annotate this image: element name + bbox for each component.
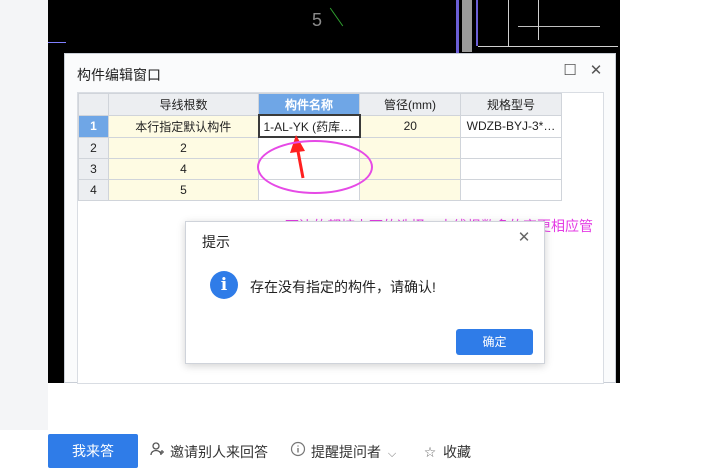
model-cell[interactable] (460, 136, 562, 159)
cad-line (518, 26, 600, 27)
column-header[interactable]: 管径(mm) (359, 93, 461, 116)
cad-line (478, 46, 618, 47)
cad-line (329, 7, 344, 27)
table-row[interactable]: 1 本行指定默认构件 1-AL-YK (药库… 20 WDZB-BYJ-3*… (78, 114, 562, 138)
editor-title: 构件编辑窗口 (77, 67, 161, 83)
page-right-margin (620, 0, 702, 430)
corner-cell[interactable] (78, 93, 109, 116)
column-header-selected[interactable]: 构件名称 (258, 93, 360, 116)
favorite-link[interactable]: ☆ 收藏 (421, 441, 471, 463)
component-name-cell[interactable]: 1-AL-YK (药库… (257, 114, 361, 138)
cad-line (476, 0, 478, 46)
cad-line (508, 0, 509, 46)
close-icon[interactable]: ✕ (516, 230, 532, 246)
info-icon: i (210, 271, 238, 299)
close-icon[interactable]: ✕ (587, 62, 605, 80)
wire-count-cell[interactable]: 5 (108, 179, 259, 201)
wire-count-cell[interactable]: 本行指定默认构件 (108, 114, 259, 138)
answer-button[interactable]: 我来答 (48, 434, 138, 468)
person-add-icon (148, 441, 166, 463)
column-header[interactable]: 导线根数 (108, 93, 259, 116)
prompt-dialog: 提示 ✕ i 存在没有指定的构件，请确认! 确定 (185, 221, 545, 364)
dialog-message: 存在没有指定的构件，请确认! (250, 279, 436, 295)
page-left-margin (0, 0, 48, 430)
row-number[interactable]: 2 (78, 136, 109, 159)
row-number[interactable]: 3 (78, 158, 109, 180)
star-icon: ☆ (423, 444, 437, 460)
row-number[interactable]: 4 (78, 179, 109, 201)
cad-line (538, 0, 539, 40)
ok-button[interactable]: 确定 (456, 329, 533, 355)
dialog-title: 提示 (202, 234, 230, 250)
wire-count-cell[interactable]: 4 (108, 158, 259, 180)
cad-label: 5 (312, 10, 323, 30)
invite-answer-link[interactable]: 邀请别人来回答 (148, 441, 268, 463)
cad-line (48, 42, 66, 43)
diameter-cell[interactable]: 20 (359, 114, 461, 138)
remind-asker-label: 提醒提问者 (311, 444, 381, 460)
maximize-icon[interactable]: ☐ (561, 62, 579, 80)
diameter-cell[interactable] (359, 136, 461, 159)
annotation-circle (257, 140, 373, 194)
favorite-label: 收藏 (443, 444, 471, 460)
diameter-cell[interactable] (359, 158, 461, 180)
row-number[interactable]: 1 (78, 114, 109, 138)
model-cell[interactable] (460, 179, 562, 201)
cad-line (462, 0, 472, 52)
table-header-row: 导线根数 构件名称 管径(mm) 规格型号 (78, 93, 562, 116)
cad-line (456, 0, 459, 60)
diameter-cell[interactable] (359, 179, 461, 201)
remind-asker-dropdown[interactable]: 提醒提问者 ⌵ (289, 441, 396, 463)
wire-count-cell[interactable]: 2 (108, 136, 259, 159)
column-header[interactable]: 规格型号 (460, 93, 562, 116)
chevron-down-icon: ⌵ (387, 448, 397, 460)
model-cell[interactable]: WDZB-BYJ-3*… (460, 114, 562, 138)
invite-answer-label: 邀请别人来回答 (170, 444, 268, 460)
info-circle-icon (289, 441, 307, 463)
model-cell[interactable] (460, 158, 562, 180)
